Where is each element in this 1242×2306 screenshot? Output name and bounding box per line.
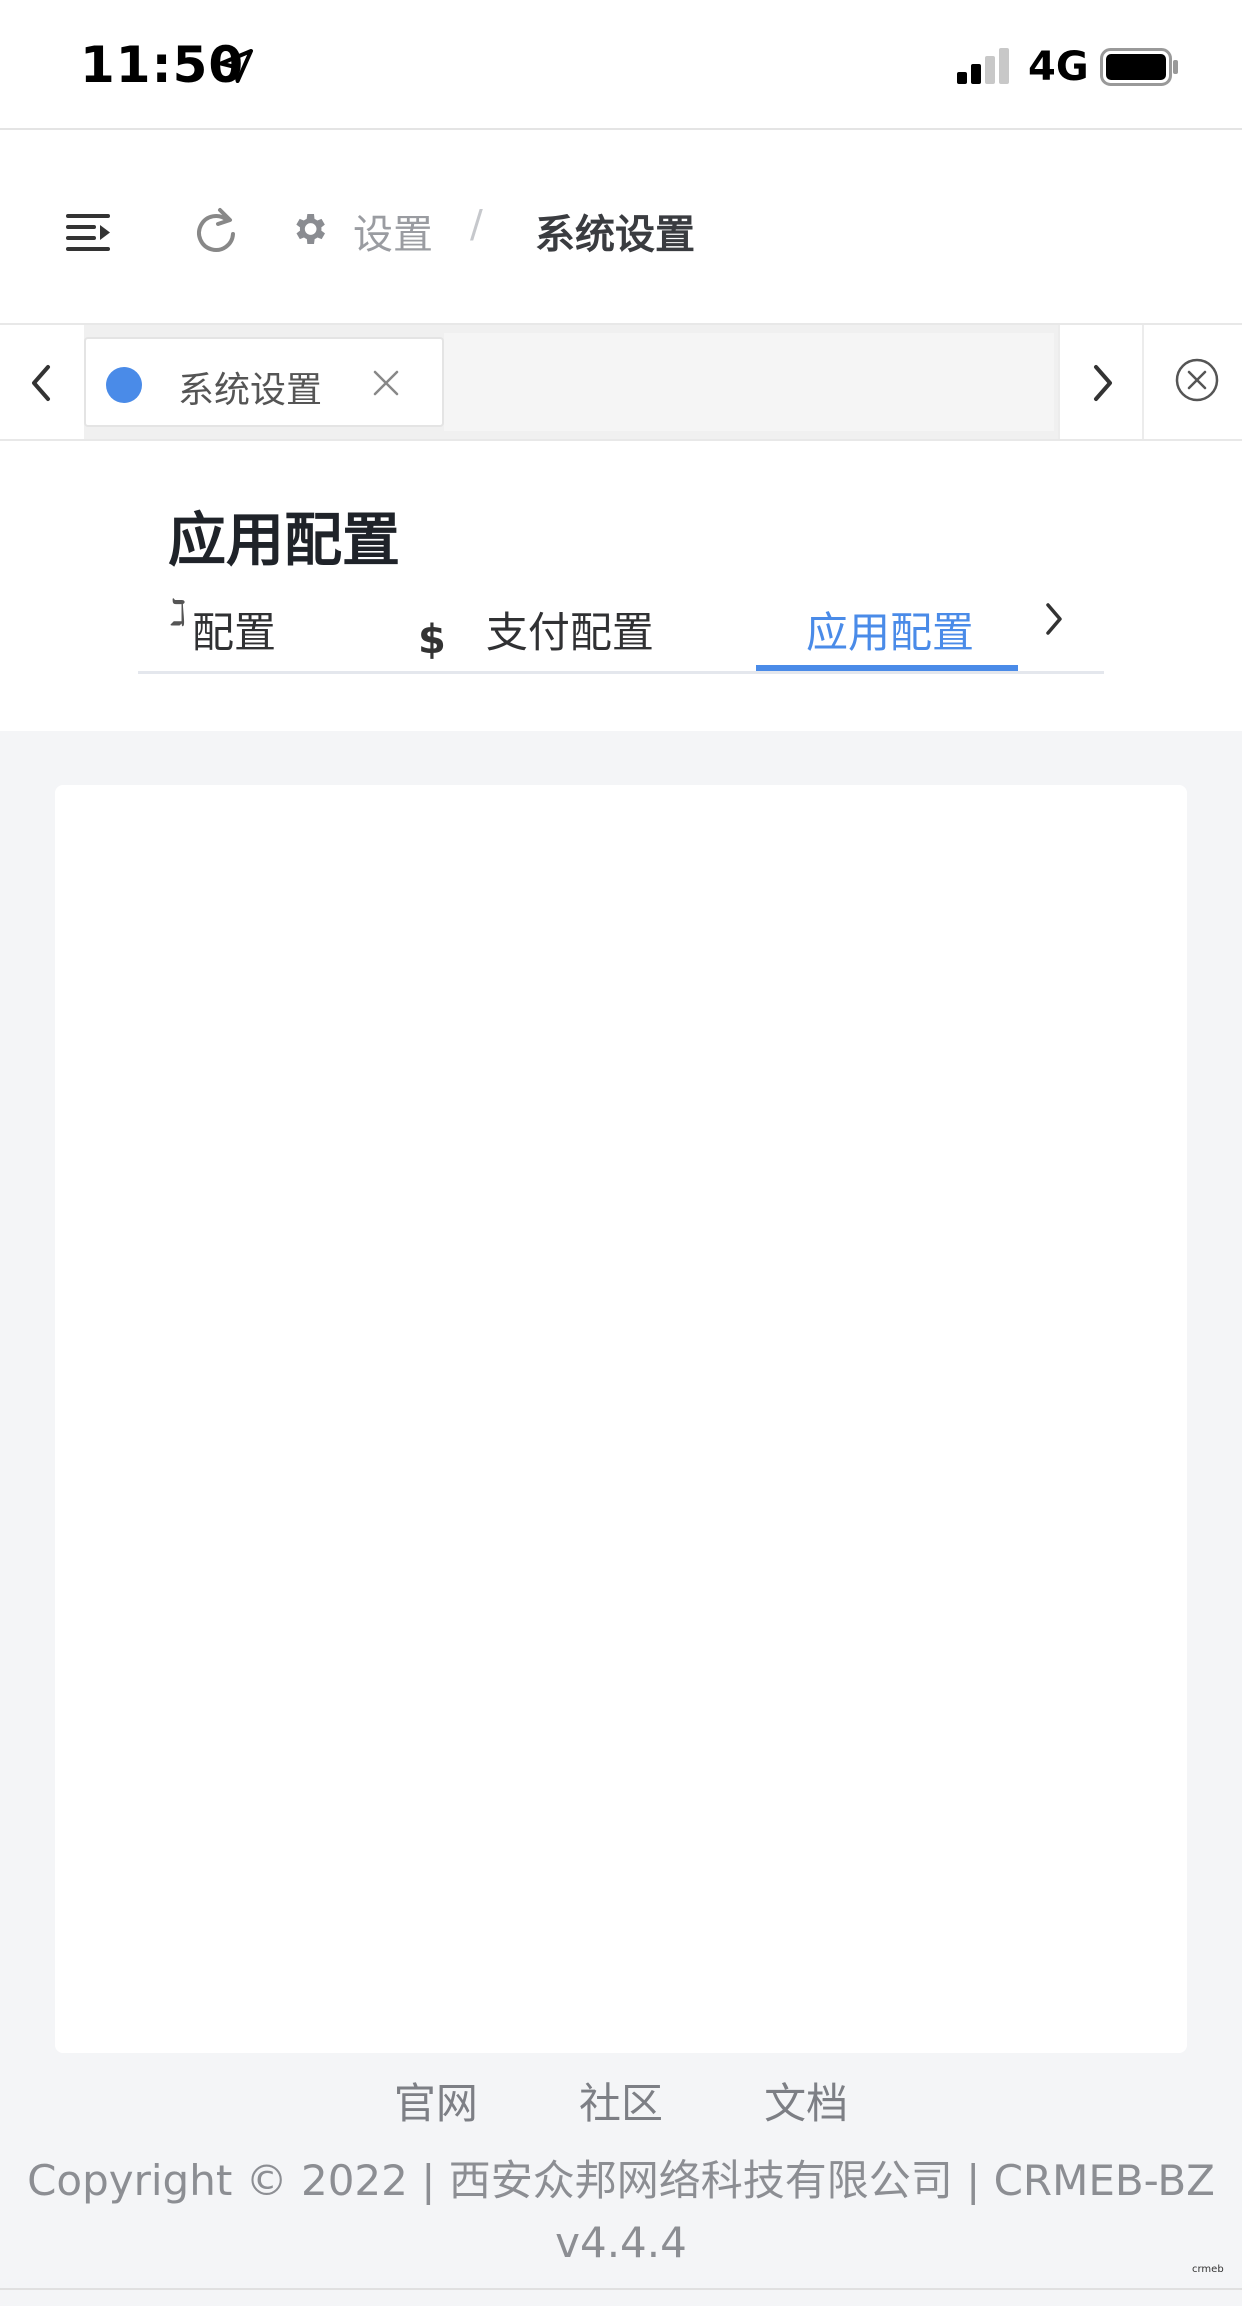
tab-system-settings[interactable]: 系统设置 — [84, 337, 444, 427]
watermark: crmeb — [1192, 2264, 1224, 2275]
chevron-left-icon — [32, 365, 50, 401]
tabs-scroll-right-button[interactable] — [1058, 325, 1142, 439]
version-text: v4.4.4 — [555, 2218, 687, 2267]
footer-copyright: Copyright © 2022 | 西安众邦网络科技有限公司 | CRMEB-… — [0, 2150, 1242, 2274]
active-tab-dot — [106, 367, 142, 403]
gear-icon — [296, 214, 325, 244]
close-icon[interactable] — [372, 369, 400, 397]
breadcrumb-current: 系统设置 — [535, 212, 695, 258]
config-sub-tabs: ℷ 配置 $ 支付配置 应用配置 — [138, 591, 1104, 674]
bottom-divider — [0, 2288, 1242, 2290]
dollar-icon: $ — [418, 617, 446, 663]
refresh-icon[interactable] — [194, 206, 238, 256]
active-tab-underline — [756, 665, 1018, 671]
close-all-icon — [1175, 358, 1219, 402]
footer-link-community[interactable]: 社区 — [579, 2070, 663, 2131]
sub-tab-app-config[interactable]: 应用配置 — [806, 599, 974, 660]
footer-link-docs[interactable]: 文档 — [764, 2070, 848, 2131]
footer-link-official[interactable]: 官网 — [394, 2070, 478, 2131]
sub-tab-config[interactable]: ℷ 配置 — [170, 593, 277, 660]
truncated-icon: ℷ — [170, 593, 187, 634]
sub-tab-label: 支付配置 — [485, 608, 654, 657]
battery-icon — [1100, 48, 1178, 86]
breadcrumb-parent[interactable]: 设置 — [353, 202, 433, 260]
sub-tab-payment-config[interactable]: $ 支付配置 — [418, 599, 654, 663]
chevron-right-icon[interactable] — [1042, 599, 1066, 639]
status-bar: 11:50 4G — [0, 0, 1242, 130]
signal-icon — [957, 48, 1009, 84]
copyright-text: Copyright © 2022 | 西安众邦网络科技有限公司 | CRMEB-… — [27, 2156, 1215, 2205]
content-card — [55, 785, 1187, 2053]
page-header: 应用配置 ℷ 配置 $ 支付配置 应用配置 — [0, 441, 1242, 731]
chevron-right-icon — [1094, 365, 1112, 401]
sub-tab-label: 配置 — [192, 608, 277, 657]
location-arrow-icon — [219, 49, 253, 83]
top-header: 设置 / 系统设置 — [0, 130, 1242, 323]
page-title: 应用配置 — [168, 506, 401, 574]
hamburger-icon[interactable] — [66, 212, 112, 252]
close-all-tabs-button[interactable] — [1142, 325, 1242, 439]
tabs-scroll-left-button[interactable] — [0, 325, 84, 439]
tabs-bar: 系统设置 — [0, 323, 1242, 441]
tabs-empty-strip — [444, 333, 1054, 431]
footer-links: 官网 社区 文档 — [0, 2070, 1242, 2131]
sub-tab-label: 应用配置 — [806, 608, 975, 657]
network-type: 4G — [1028, 44, 1089, 90]
tab-label: 系统设置 — [178, 370, 323, 411]
breadcrumb-separator: / — [470, 202, 483, 246]
